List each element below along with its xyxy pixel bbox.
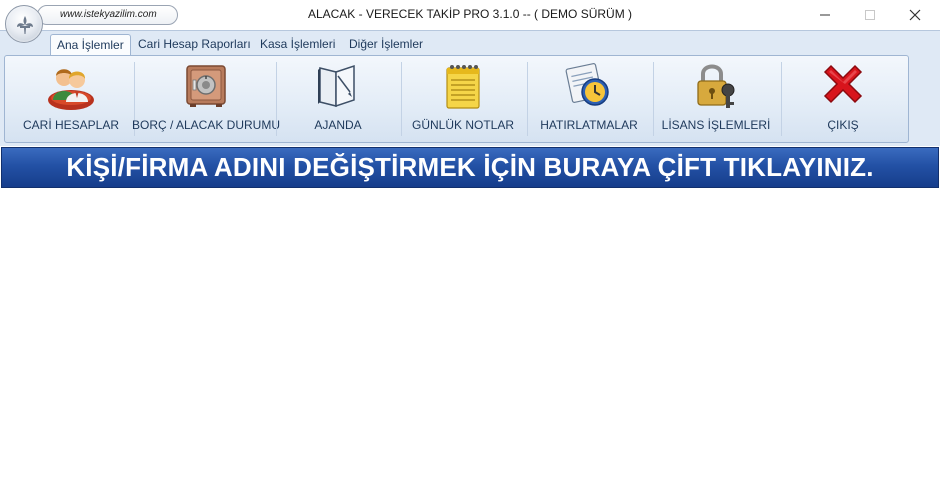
hatirlatmalar-button[interactable]: HATIRLATMALAR	[534, 60, 644, 138]
close-button[interactable]	[892, 0, 938, 30]
ribbon-separator	[653, 62, 654, 136]
ribbon-separator	[401, 62, 402, 136]
title-bar: www.istekyazilim.com ALACAK - VERECEK TA…	[0, 0, 940, 43]
ribbon-separator	[527, 62, 528, 136]
company-name-banner[interactable]: KİŞİ/FİRMA ADINI DEĞİŞTİRMEK İÇİN BURAYA…	[1, 147, 939, 188]
users-icon	[45, 60, 97, 112]
maximize-button[interactable]	[847, 0, 893, 30]
ajanda-label: AJANDA	[314, 118, 362, 132]
gunluk-notlar-label: GÜNLÜK NOTLAR	[411, 118, 515, 132]
cikis-button[interactable]: ÇIKIŞ	[793, 60, 893, 138]
exit-x-icon	[817, 60, 869, 112]
hatirlatmalar-label: HATIRLATMALAR	[540, 118, 638, 132]
minimize-icon	[820, 14, 830, 16]
cari-hesaplar-button[interactable]: CARİ HESAPLAR	[21, 60, 121, 138]
minimize-button[interactable]	[802, 0, 848, 30]
ajanda-button[interactable]: AJANDA	[288, 60, 388, 138]
notebook-icon	[312, 60, 364, 112]
close-icon	[909, 9, 921, 21]
gunluk-notlar-button[interactable]: GÜNLÜK NOTLAR	[408, 60, 518, 138]
lisans-islemleri-label: LİSANS İŞLEMLERİ	[661, 118, 771, 132]
fleur-logo-icon	[17, 16, 33, 34]
borc-alacak-durumu-button[interactable]: BORÇ / ALACAK DURUMU	[132, 60, 280, 138]
window-title: ALACAK - VERECEK TAKİP PRO 3.1.0 -- ( DE…	[307, 7, 633, 21]
banner-text: KİŞİ/FİRMA ADINI DEĞİŞTİRMEK İÇİN BURAYA…	[66, 152, 874, 182]
ribbon-panel: CARİ HESAPLAR BORÇ / ALACAK DURUMU AJAND…	[4, 55, 909, 143]
ribbon-separator	[781, 62, 782, 136]
padlock-key-icon	[690, 60, 742, 112]
notepad-icon	[437, 60, 489, 112]
safe-icon	[180, 60, 232, 112]
app-menu-button[interactable]	[5, 5, 43, 43]
tab-kasa-islemleri[interactable]: Kasa İşlemleri	[254, 34, 341, 55]
reminder-clock-icon	[563, 60, 615, 112]
tab-cari-hesap-raporlari[interactable]: Cari Hesap Raporları	[132, 34, 257, 55]
lisans-islemleri-button[interactable]: LİSANS İŞLEMLERİ	[660, 60, 772, 138]
borc-alacak-durumu-label: BORÇ / ALACAK DURUMU	[131, 118, 281, 132]
cari-hesaplar-label: CARİ HESAPLAR	[22, 118, 120, 132]
maximize-icon	[865, 10, 875, 20]
ribbon-separator	[276, 62, 277, 136]
tab-diger-islemler[interactable]: Diğer İşlemler	[343, 34, 429, 55]
cikis-label: ÇIKIŞ	[827, 118, 859, 132]
ribbon: Ana İşlemler Cari Hesap Raporları Kasa İ…	[0, 30, 940, 146]
tab-ana-islemler[interactable]: Ana İşlemler	[50, 34, 131, 55]
ribbon-tabs: Ana İşlemler Cari Hesap Raporları Kasa İ…	[0, 31, 940, 55]
